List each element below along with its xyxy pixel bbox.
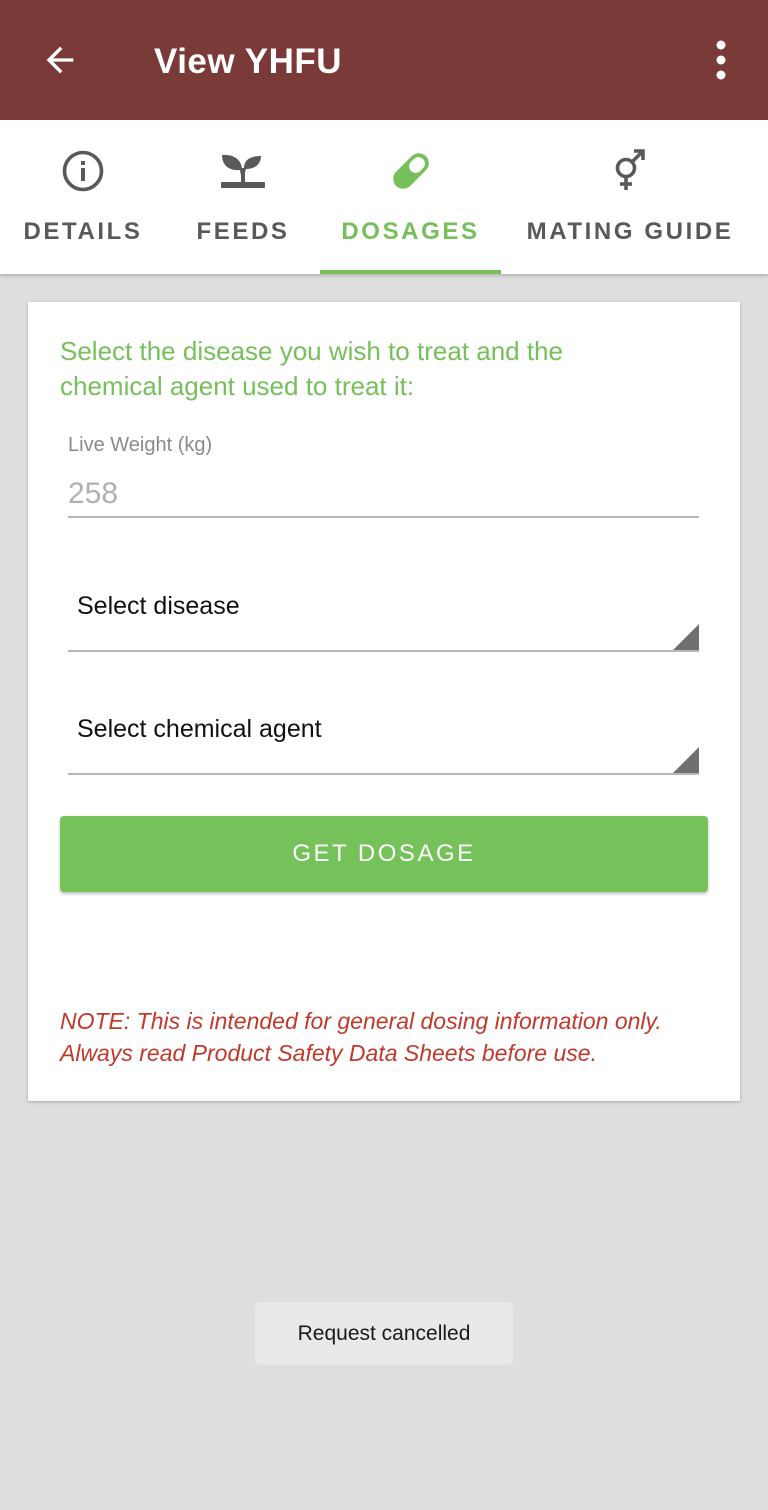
tab-mating-guide[interactable]: MATING GUIDE — [501, 120, 759, 274]
disease-select-text: Select disease — [77, 592, 240, 620]
sprout-icon — [221, 154, 265, 188]
dropdown-arrow-icon — [673, 624, 699, 650]
dosage-card: Select the disease you wish to treat and… — [28, 302, 740, 1101]
chemical-agent-select[interactable]: Select chemical agent — [68, 701, 699, 775]
gender-icon — [615, 149, 645, 190]
disclaimer-note: NOTE: This is intended for general dosin… — [60, 1008, 662, 1066]
tab-dosages[interactable]: DOSAGES — [320, 120, 501, 274]
back-button[interactable] — [30, 30, 90, 90]
toast-message: Request cancelled — [255, 1302, 513, 1365]
instructions-text: Select the disease you wish to treat and… — [60, 336, 563, 401]
tab-details[interactable]: DETAILS — [0, 120, 166, 274]
tab-indicator — [320, 270, 501, 274]
tab-feeds[interactable]: FEEDS — [166, 120, 320, 274]
more-options-button[interactable] — [696, 30, 746, 90]
live-weight-input[interactable] — [68, 472, 699, 518]
tab-label: FEEDS — [196, 218, 290, 245]
dropdown-arrow-icon — [673, 747, 699, 773]
tab-label: DETAILS — [23, 218, 143, 245]
disease-select[interactable]: Select disease — [68, 578, 699, 652]
get-dosage-button[interactable]: GET DOSAGE — [60, 816, 708, 892]
live-weight-label: Live Weight (kg) — [68, 434, 213, 456]
app-bar: View YHFU — [0, 0, 768, 120]
chemical-agent-select-text: Select chemical agent — [77, 715, 322, 743]
pill-icon — [392, 153, 429, 189]
tab-bar: DETAILS FEEDS DOSAGES MATING GUIDE — [0, 120, 768, 274]
tab-label: DOSAGES — [341, 218, 480, 245]
tab-label: MATING GUIDE — [526, 218, 734, 245]
arrow-left-icon — [46, 46, 74, 74]
more-vert-icon — [716, 40, 726, 80]
page-title: View YHFU — [154, 42, 342, 81]
info-icon — [62, 150, 104, 192]
